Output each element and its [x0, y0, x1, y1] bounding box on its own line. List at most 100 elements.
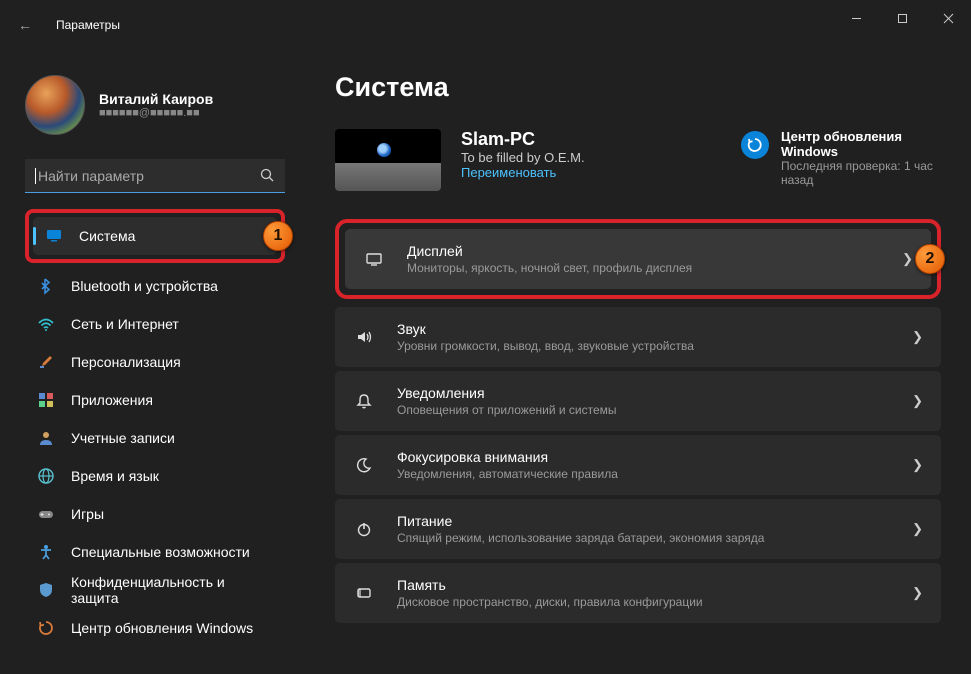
update-icon	[741, 131, 769, 159]
shield-icon	[37, 581, 55, 599]
person-icon	[37, 429, 55, 447]
window-controls	[833, 0, 971, 36]
monitor-icon	[45, 227, 63, 245]
chevron-right-icon: ❯	[902, 251, 913, 267]
apps-icon	[37, 391, 55, 409]
chevron-right-icon: ❯	[912, 329, 923, 345]
card-title: Память	[397, 577, 703, 593]
chevron-right-icon: ❯	[912, 393, 923, 409]
settings-card-list: Дисплей Мониторы, яркость, ночной свет, п…	[335, 219, 941, 623]
nav-item-label: Учетные записи	[71, 430, 175, 446]
card-text: Память Дисковое пространство, диски, прав…	[397, 577, 703, 609]
text-cursor	[35, 168, 36, 184]
nav-item-label: Сеть и Интернет	[71, 316, 179, 332]
nav-item-wifi[interactable]: Сеть и Интернет	[25, 305, 285, 343]
window-title: Параметры	[56, 18, 120, 32]
card-subtitle: Уведомления, автоматические правила	[397, 467, 618, 481]
display-icon	[363, 250, 385, 268]
page-title: Система	[335, 72, 941, 103]
chevron-right-icon: ❯	[912, 585, 923, 601]
card-subtitle: Мониторы, яркость, ночной свет, профиль …	[407, 261, 692, 275]
sidebar: Виталий Каиров ■■■■■■@■■■■■.■■ Система1B…	[0, 50, 305, 674]
pc-thumbnail	[335, 129, 441, 191]
settings-card-sound[interactable]: Звук Уровни громкости, вывод, ввод, звуко…	[335, 307, 941, 367]
nav-item-label: Специальные возможности	[71, 544, 250, 560]
nav-item-brush[interactable]: Персонализация	[25, 343, 285, 381]
nav-item-label: Система	[79, 228, 135, 244]
nav-item-update[interactable]: Центр обновления Windows	[25, 609, 285, 647]
search-input[interactable]	[38, 168, 260, 184]
settings-card-power[interactable]: Питание Спящий режим, использование заряд…	[335, 499, 941, 559]
card-text: Фокусировка внимания Уведомления, автомат…	[397, 449, 618, 481]
brush-icon	[37, 353, 55, 371]
pc-info: Slam-PC To be filled by O.E.M. Переимено…	[461, 129, 585, 180]
update-icon	[37, 619, 55, 637]
nav-item-bluetooth[interactable]: Bluetooth и устройства	[25, 267, 285, 305]
card-title: Питание	[397, 513, 764, 529]
wifi-icon	[37, 315, 55, 333]
nav-item-shield[interactable]: Конфиденциальность и защита	[25, 571, 285, 609]
card-title: Фокусировка внимания	[397, 449, 618, 465]
back-arrow-icon[interactable]: ←	[18, 17, 36, 33]
title-bar: ← Параметры	[0, 0, 971, 50]
card-subtitle: Уровни громкости, вывод, ввод, звуковые …	[397, 339, 694, 353]
minimize-icon	[851, 13, 862, 24]
main-content: Система Slam-PC To be filled by O.E.M. П…	[305, 50, 971, 674]
pc-name: Slam-PC	[461, 129, 585, 150]
card-title: Звук	[397, 321, 694, 337]
profile-block[interactable]: Виталий Каиров ■■■■■■@■■■■■.■■	[25, 75, 285, 135]
annotation-badge: 2	[915, 244, 945, 274]
settings-card-display[interactable]: Дисплей Мониторы, яркость, ночной свет, п…	[345, 229, 931, 289]
minimize-button[interactable]	[833, 0, 879, 36]
rename-link[interactable]: Переименовать	[461, 165, 585, 180]
nav-item-label: Персонализация	[71, 354, 181, 370]
card-title: Дисплей	[407, 243, 692, 259]
card-text: УведомленияОповещения от приложений и си…	[397, 385, 617, 417]
nav-item-apps[interactable]: Приложения	[25, 381, 285, 419]
nav-item-label: Конфиденциальность и защита	[71, 574, 273, 606]
windows-update-block[interactable]: Центр обновления Windows Последняя прове…	[741, 129, 941, 187]
bluetooth-icon	[37, 277, 55, 295]
power-icon	[353, 520, 375, 538]
system-header: Slam-PC To be filled by O.E.M. Переимено…	[335, 129, 941, 191]
card-subtitle: Дисковое пространство, диски, правила ко…	[397, 595, 703, 609]
nav-item-label: Bluetooth и устройства	[71, 278, 218, 294]
search-icon	[260, 168, 275, 183]
nav-list: Система1 Bluetooth и устройства Сеть и Инт…	[25, 209, 285, 647]
nav-item-monitor[interactable]: Система	[33, 217, 277, 255]
nav-item-person[interactable]: Учетные записи	[25, 419, 285, 457]
card-highlight: Дисплей Мониторы, яркость, ночной свет, п…	[335, 219, 941, 299]
nav-item-label: Время и язык	[71, 468, 159, 484]
profile-name: Виталий Каиров	[99, 91, 213, 107]
maximize-icon	[897, 13, 908, 24]
card-text: Звук Уровни громкости, вывод, ввод, звуко…	[397, 321, 694, 353]
search-box[interactable]	[25, 159, 285, 193]
nav-item-label: Приложения	[71, 392, 153, 408]
moon-icon	[353, 456, 375, 474]
settings-card-moon[interactable]: Фокусировка внимания Уведомления, автомат…	[335, 435, 941, 495]
maximize-button[interactable]	[879, 0, 925, 36]
card-subtitle: Спящий режим, использование заряда батар…	[397, 531, 764, 545]
update-title: Центр обновления Windows	[781, 129, 941, 159]
avatar	[25, 75, 85, 135]
annotation-badge: 1	[263, 221, 293, 251]
chevron-right-icon: ❯	[912, 521, 923, 537]
settings-card-storage[interactable]: Память Дисковое пространство, диски, прав…	[335, 563, 941, 623]
close-button[interactable]	[925, 0, 971, 36]
gamepad-icon	[37, 505, 55, 523]
settings-card-bell[interactable]: УведомленияОповещения от приложений и си…	[335, 371, 941, 431]
storage-icon	[353, 584, 375, 602]
nav-item-accessibility[interactable]: Специальные возможности	[25, 533, 285, 571]
close-icon	[943, 13, 954, 24]
card-text: Дисплей Мониторы, яркость, ночной свет, п…	[407, 243, 692, 275]
update-subtitle: Последняя проверка: 1 час назад	[781, 159, 941, 187]
nav-item-globe[interactable]: Время и язык	[25, 457, 285, 495]
accessibility-icon	[37, 543, 55, 561]
nav-item-gamepad[interactable]: Игры	[25, 495, 285, 533]
nav-item-label: Центр обновления Windows	[71, 620, 253, 636]
globe-icon	[37, 467, 55, 485]
bell-icon	[353, 392, 375, 410]
nav-highlight: Система1	[25, 209, 285, 263]
pc-oem: To be filled by O.E.M.	[461, 150, 585, 165]
card-text: Питание Спящий режим, использование заряд…	[397, 513, 764, 545]
